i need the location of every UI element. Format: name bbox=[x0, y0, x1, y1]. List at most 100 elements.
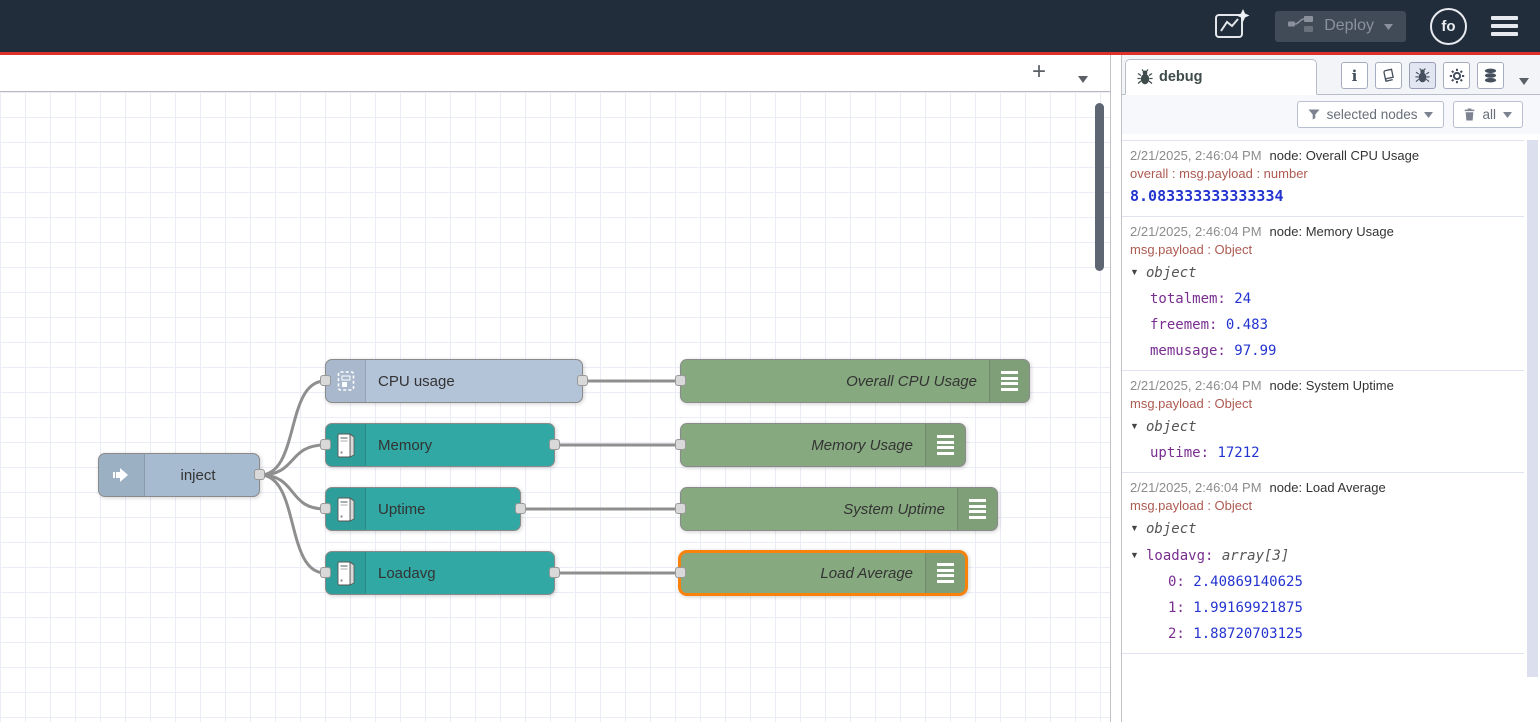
port-out[interactable] bbox=[254, 469, 265, 480]
timestamp: 2/21/2025, 2:46:04 PM bbox=[1130, 148, 1262, 163]
debug-row: 1: 1.99169921875 bbox=[1130, 595, 1518, 621]
ai-flow-icon[interactable] bbox=[1213, 7, 1251, 46]
node-name: node: Memory Usage bbox=[1270, 224, 1394, 239]
sidebar-splitter[interactable] bbox=[1111, 55, 1122, 722]
property-key: totalmem: bbox=[1150, 291, 1234, 307]
debug-message[interactable]: 2/21/2025, 2:46:04 PMnode: Load Averagem… bbox=[1122, 473, 1524, 654]
node-label: Memory bbox=[378, 424, 432, 466]
tab-debug-label: debug bbox=[1159, 69, 1203, 85]
workspace-tabbar: + bbox=[0, 55, 1110, 92]
filter-button[interactable]: selected nodes bbox=[1297, 101, 1445, 128]
flow-list-chevron-icon[interactable] bbox=[1078, 70, 1088, 88]
canvas-scrollbar[interactable] bbox=[1095, 103, 1104, 271]
node-label: System Uptime bbox=[843, 488, 945, 530]
property-value: array[3] bbox=[1222, 548, 1289, 564]
deploy-chevron-icon[interactable] bbox=[1384, 17, 1393, 35]
header: Deploy fo bbox=[0, 0, 1540, 52]
property-key: 2: bbox=[1168, 626, 1193, 642]
sidebar-scrollbar[interactable] bbox=[1527, 140, 1538, 677]
port-in[interactable] bbox=[320, 503, 331, 514]
gear-icon bbox=[1449, 68, 1465, 84]
debug-list-icon bbox=[989, 360, 1029, 402]
add-flow-button[interactable]: + bbox=[1024, 58, 1054, 88]
debug-message[interactable]: 2/21/2025, 2:46:04 PMnode: Overall CPU U… bbox=[1122, 140, 1524, 217]
port-out[interactable] bbox=[549, 567, 560, 578]
debug-row: freemem: 0.483 bbox=[1130, 312, 1518, 338]
port-in[interactable] bbox=[675, 439, 686, 450]
port-in[interactable] bbox=[320, 567, 331, 578]
timestamp: 2/21/2025, 2:46:04 PM bbox=[1130, 224, 1262, 239]
node-loadavg[interactable]: Loadavg bbox=[325, 551, 555, 595]
property-value: 0.483 bbox=[1226, 317, 1268, 333]
port-in[interactable] bbox=[675, 503, 686, 514]
port-in[interactable] bbox=[320, 439, 331, 450]
collapse-arrow-icon[interactable]: ▼ bbox=[1130, 542, 1146, 568]
collapse-arrow-icon[interactable]: ▼ bbox=[1130, 259, 1146, 285]
property-value: 97.99 bbox=[1234, 343, 1276, 359]
user-avatar[interactable]: fo bbox=[1430, 8, 1467, 45]
debug-row: uptime: 17212 bbox=[1130, 440, 1518, 466]
port-in[interactable] bbox=[675, 375, 686, 386]
wires bbox=[0, 92, 1110, 722]
filter-label: selected nodes bbox=[1327, 107, 1418, 122]
debug-message-list: 2/21/2025, 2:46:04 PMnode: Overall CPU U… bbox=[1122, 140, 1524, 654]
port-out[interactable] bbox=[549, 439, 560, 450]
port-out[interactable] bbox=[577, 375, 588, 386]
trash-icon bbox=[1464, 108, 1475, 121]
node-memory[interactable]: Memory bbox=[325, 423, 555, 467]
debug-list-icon bbox=[957, 488, 997, 530]
deploy-button[interactable]: Deploy bbox=[1275, 11, 1406, 42]
node-inject[interactable]: inject bbox=[98, 453, 260, 497]
deploy-label: Deploy bbox=[1324, 17, 1374, 35]
hamburger-menu-icon[interactable] bbox=[1491, 16, 1518, 36]
port-out[interactable] bbox=[515, 503, 526, 514]
node-label: Uptime bbox=[378, 488, 426, 530]
port-in[interactable] bbox=[675, 567, 686, 578]
message-property: msg.payload : Object bbox=[1130, 241, 1518, 259]
message-property: msg.payload : Object bbox=[1130, 497, 1518, 515]
server-icon bbox=[326, 488, 366, 530]
node-debug-loadavg[interactable]: Load Average bbox=[678, 550, 968, 596]
debug-row: ▼object bbox=[1130, 515, 1518, 542]
node-debug-memory[interactable]: Memory Usage bbox=[680, 423, 966, 467]
debug-row: memusage: 97.99 bbox=[1130, 338, 1518, 364]
sidebar-info-button[interactable]: i bbox=[1341, 62, 1368, 89]
sidebar-tabs-chevron-icon[interactable] bbox=[1519, 72, 1529, 90]
clear-messages-button[interactable]: all bbox=[1453, 101, 1523, 128]
debug-message[interactable]: 2/21/2025, 2:46:04 PMnode: System Uptime… bbox=[1122, 371, 1524, 473]
collapse-arrow-icon[interactable]: ▼ bbox=[1130, 413, 1146, 439]
node-debug-uptime[interactable]: System Uptime bbox=[680, 487, 998, 531]
node-label: Load Average bbox=[820, 553, 913, 593]
flow-canvas[interactable]: inject CPU usage bbox=[0, 92, 1110, 722]
node-cpu-usage[interactable]: CPU usage bbox=[325, 359, 583, 403]
debug-row: 8.083333333333334 bbox=[1130, 183, 1518, 210]
object-label: object bbox=[1146, 521, 1197, 537]
sidebar-debug-button[interactable] bbox=[1409, 62, 1436, 89]
sidebar-help-button[interactable] bbox=[1375, 62, 1402, 89]
sidebar-config-button[interactable] bbox=[1443, 62, 1470, 89]
debug-message[interactable]: 2/21/2025, 2:46:04 PM node: Memory Usage m… bbox=[1122, 217, 1524, 371]
wire bbox=[260, 475, 325, 509]
funnel-icon bbox=[1308, 109, 1320, 120]
property-value: 1.99169921875 bbox=[1193, 600, 1303, 616]
node-label: CPU usage bbox=[378, 360, 455, 402]
collapse-arrow-icon[interactable]: ▼ bbox=[1130, 515, 1146, 541]
chevron-down-icon bbox=[1503, 112, 1512, 118]
node-name: node: System Uptime bbox=[1270, 378, 1394, 393]
debug-row: ▼object bbox=[1130, 259, 1518, 286]
server-icon bbox=[326, 552, 366, 594]
debug-row: 0: 2.40869140625 bbox=[1130, 569, 1518, 595]
property-value: 1.88720703125 bbox=[1193, 626, 1303, 642]
property-value: 2.40869140625 bbox=[1193, 574, 1303, 590]
property-key: memusage: bbox=[1150, 343, 1234, 359]
node-uptime[interactable]: Uptime bbox=[325, 487, 521, 531]
debug-row: 2: 1.88720703125 bbox=[1130, 621, 1518, 647]
tab-debug[interactable]: debug bbox=[1125, 59, 1317, 95]
port-in[interactable] bbox=[320, 375, 331, 386]
property-value: 17212 bbox=[1217, 445, 1259, 461]
deploy-icon bbox=[1288, 15, 1314, 38]
bug-icon bbox=[1415, 68, 1430, 83]
sidebar-context-button[interactable] bbox=[1477, 62, 1504, 89]
debug-sidebar: debug i bbox=[1122, 55, 1540, 722]
node-debug-overall-cpu[interactable]: Overall CPU Usage bbox=[680, 359, 1030, 403]
